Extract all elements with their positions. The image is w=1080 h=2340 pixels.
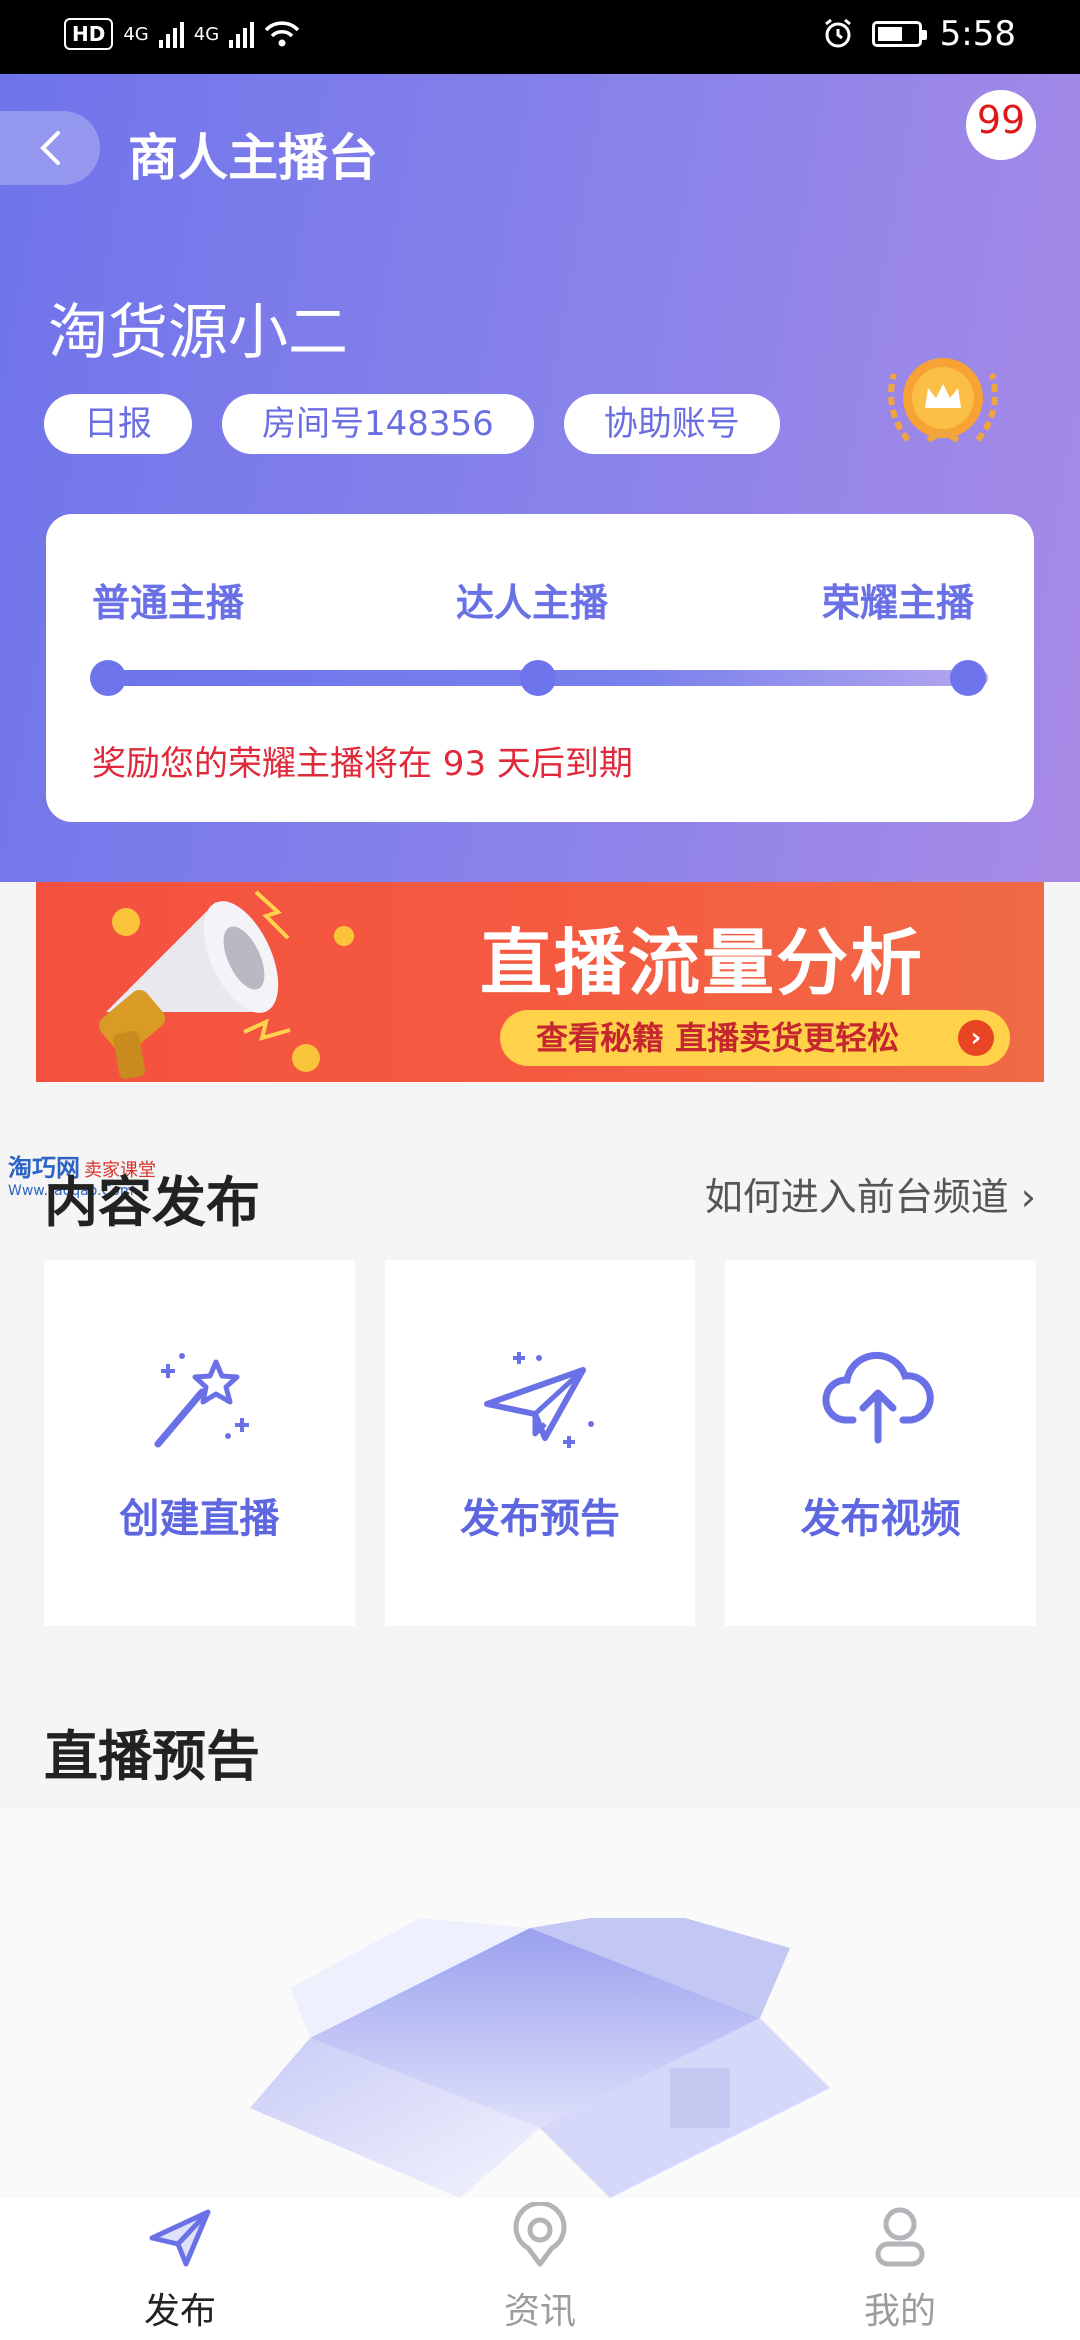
tag-room-number[interactable]: 房间号148356 xyxy=(222,394,534,454)
shop-name: 淘货源小二 xyxy=(48,298,348,368)
anchor-level-card: 普通主播 达人主播 荣耀主播 奖励您的荣耀主播将在 93 天后到期 xyxy=(46,514,1034,822)
network-type-2: 4G xyxy=(193,23,220,45)
status-bar-right: 5:58 xyxy=(822,14,1016,54)
tag-assist-account[interactable]: 协助账号 xyxy=(563,394,780,454)
network-type-1: 4G xyxy=(123,23,149,45)
publish-actions: 创建直播 发布预告 发布视频 xyxy=(44,1260,1037,1626)
tab-news[interactable]: 资讯 xyxy=(360,2198,720,2340)
tag-row: 日报 房间号148356 协助账号 xyxy=(44,394,780,454)
location-pin-icon xyxy=(513,2202,567,2267)
level-expiry-note: 奖励您的荣耀主播将在 93 天后到期 xyxy=(92,744,633,784)
chevron-right-icon: › xyxy=(958,1020,994,1056)
signal-icon-2 xyxy=(229,20,255,48)
tab-mine-label: 我的 xyxy=(863,2291,936,2332)
back-button[interactable] xyxy=(0,111,100,185)
live-preview-title: 直播预告 xyxy=(44,1725,260,1788)
tab-publish[interactable]: 发布 xyxy=(0,2198,360,2340)
cloud-upload-icon xyxy=(822,1351,935,1444)
live-traffic-banner[interactable]: 直播流量分析 查看秘籍 直播卖货更轻松 › xyxy=(36,882,1044,1082)
paper-plane-icon xyxy=(483,1352,594,1448)
status-bar: HD 4G 4G 5:58 xyxy=(0,0,1080,74)
megaphone-icon xyxy=(98,890,354,1079)
empty-box-illustration xyxy=(250,1918,830,2198)
level-expert: 达人主播 xyxy=(456,581,609,625)
message-button[interactable]: 99 xyxy=(966,90,1036,174)
live-preview-empty xyxy=(0,1808,1080,2198)
medal-icon xyxy=(888,358,998,443)
battery-icon xyxy=(871,21,927,47)
tab-publish-label: 发布 xyxy=(143,2291,216,2332)
hd-indicator: HD xyxy=(64,18,114,50)
banner-title: 直播流量分析 xyxy=(480,921,925,1005)
page-title: 商人主播台 xyxy=(128,129,378,187)
level-dot-expert xyxy=(520,660,556,696)
anchor-header: 商人主播台 99 淘货源小二 日报 房间号148356 协助账号 普通主播 达人… xyxy=(0,74,1080,882)
banner-subtitle: 查看秘籍 直播卖货更轻松 xyxy=(536,1019,900,1057)
user-icon xyxy=(875,2207,925,2267)
publish-preview-label: 发布预告 xyxy=(460,1496,620,1542)
tab-news-label: 资讯 xyxy=(503,2291,576,2332)
magic-wand-icon xyxy=(154,1353,249,1448)
status-bar-left: HD 4G 4G xyxy=(64,18,300,50)
tab-mine[interactable]: 我的 xyxy=(720,2198,1080,2340)
create-live-button[interactable]: 创建直播 xyxy=(44,1260,355,1626)
chevron-left-icon xyxy=(40,131,60,165)
tag-daily-report[interactable]: 日报 xyxy=(44,394,192,454)
level-honor: 荣耀主播 xyxy=(822,581,975,625)
wifi-icon xyxy=(264,21,300,47)
publish-preview-button[interactable]: 发布预告 xyxy=(384,1260,696,1626)
publish-video-label: 发布视频 xyxy=(800,1496,961,1542)
bottom-tab-bar: 发布 资讯 我的 xyxy=(0,2198,1080,2340)
signal-icon xyxy=(158,20,184,48)
create-live-label: 创建直播 xyxy=(119,1496,280,1542)
clock: 5:58 xyxy=(939,14,1016,54)
level-dot-normal xyxy=(90,660,126,696)
banner-subtitle-button[interactable]: 查看秘籍 直播卖货更轻松 › xyxy=(500,1010,1010,1066)
publish-video-button[interactable]: 发布视频 xyxy=(725,1260,1037,1626)
level-normal: 普通主播 xyxy=(92,581,245,625)
content-publish-title: 内容发布 xyxy=(44,1171,260,1234)
level-dot-honor xyxy=(950,660,986,696)
paper-plane-icon xyxy=(149,2209,211,2267)
alarm-icon xyxy=(824,18,851,48)
frontend-channel-link[interactable]: 如何进入前台频道 › xyxy=(705,1166,1036,1221)
message-count: 99 xyxy=(976,98,1026,142)
